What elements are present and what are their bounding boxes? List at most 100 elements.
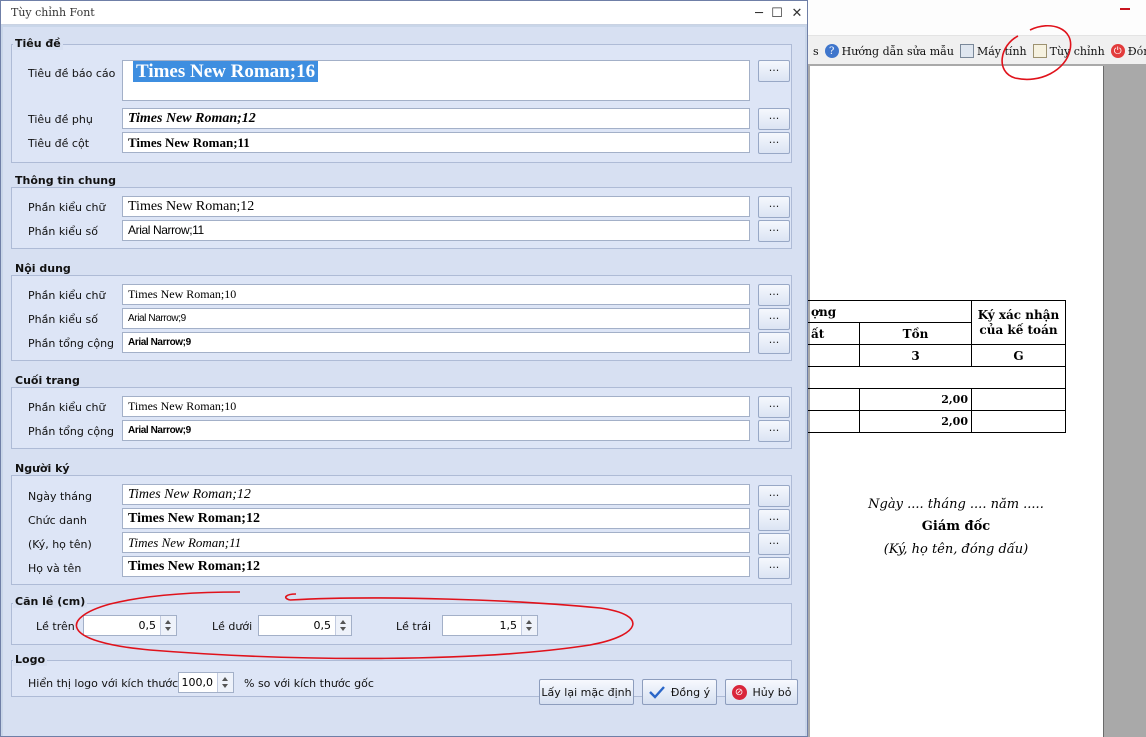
margin-left-input[interactable]: 1,5 (442, 615, 538, 636)
label-margin-top: Lề trên (36, 620, 75, 633)
content-total-font-field[interactable]: Arial Narrow;9 (122, 332, 750, 353)
label-margin-bottom: Lề dưới (212, 620, 253, 633)
report-code-3: 3 (859, 344, 972, 367)
footer-text-font-field[interactable]: Times New Roman;10 (122, 396, 750, 417)
report-toolbar: s ? Hướng dẫn sửa mẫu Máy tính Tùy chỉnh… (805, 38, 1146, 64)
toolbar-item-truncated[interactable]: s (813, 45, 819, 58)
browse-footer-total-button[interactable]: ... (758, 420, 790, 442)
label-signer-name: Họ và tên (28, 562, 82, 575)
group-margin-label: Căn lề (cm) (13, 595, 88, 608)
margin-bottom-input[interactable]: 0,5 (258, 615, 352, 636)
report-value-row2: 2,00 (859, 410, 972, 433)
group-general-label: Thông tin chung (13, 174, 119, 187)
label-content-text: Phần kiểu chữ (28, 289, 106, 302)
spin-up-icon (165, 620, 171, 624)
margin-top-input[interactable]: 0,5 (83, 615, 177, 636)
label-margin-left: Lề trái (396, 620, 432, 633)
margin-top-spinner[interactable] (160, 616, 176, 635)
signer-sign-font-field[interactable]: Times New Roman;11 (122, 532, 750, 553)
spin-up-icon (222, 677, 228, 681)
browse-report-title-button[interactable]: ... (758, 60, 790, 82)
close-icon: ✕ (791, 5, 803, 21)
signer-date-font-field[interactable]: Times New Roman;12 (122, 484, 750, 505)
cancel-button[interactable]: ⊘ Hủy bỏ (725, 679, 798, 705)
browse-signer-name-button[interactable]: ... (758, 557, 790, 579)
browse-signer-position-button[interactable]: ... (758, 509, 790, 531)
content-number-font-field[interactable]: Arial Narrow;9 (122, 308, 750, 329)
dialog-titlebar[interactable]: Tùy chỉnh Font ─ ☐ ✕ (1, 1, 807, 25)
minimize-icon: ─ (755, 5, 763, 21)
margin-bottom-spinner[interactable] (335, 616, 351, 635)
spin-down-icon (526, 627, 532, 631)
reset-default-button[interactable]: Lấy lại mặc định (539, 679, 634, 705)
report-header-stock: Tồn (859, 322, 972, 345)
toolbar-item-help[interactable]: ? Hướng dẫn sửa mẫu (824, 44, 954, 58)
browse-general-number-button[interactable]: ... (758, 220, 790, 242)
group-footer-label: Cuối trang (13, 374, 82, 387)
report-header-cell: ợng (780, 300, 972, 323)
dialog-title: Tùy chỉnh Font (11, 6, 95, 19)
group-logo-label: Logo (13, 653, 47, 666)
label-subtitle: Tiêu đề phụ (28, 113, 93, 126)
group-content-label: Nội dung (13, 262, 73, 275)
logo-size-input[interactable]: 100,0 (178, 672, 234, 693)
group-title-label: Tiêu đề (13, 37, 63, 50)
toolbar-item-calculator[interactable]: Máy tính (959, 44, 1027, 58)
browse-footer-text-button[interactable]: ... (758, 396, 790, 418)
browse-general-text-button[interactable]: ... (758, 196, 790, 218)
label-general-number: Phần kiểu số (28, 225, 98, 238)
browse-content-number-button[interactable]: ... (758, 308, 790, 330)
label-footer-total: Phần tổng cộng (28, 425, 115, 438)
signature-note: (Ký, họ tên, đóng dấu) (883, 542, 1029, 557)
power-icon: ⏻ (1110, 44, 1125, 58)
maximize-button[interactable]: ☐ (767, 3, 787, 23)
label-signer-position: Chức danh (28, 514, 87, 527)
checkmark-icon (649, 686, 665, 699)
label-general-text: Phần kiểu chữ (28, 201, 106, 214)
general-number-font-field[interactable]: Arial Narrow;11 (122, 220, 750, 241)
browse-content-text-button[interactable]: ... (758, 284, 790, 306)
help-icon: ? (824, 44, 839, 58)
maximize-icon: ☐ (771, 5, 783, 21)
font-settings-dialog: Tùy chỉnh Font ─ ☐ ✕ Tiêu đề Tiêu đề báo… (0, 0, 808, 737)
label-content-number: Phần kiểu số (28, 313, 98, 326)
browse-subtitle-button[interactable]: ... (758, 108, 790, 130)
cancel-icon: ⊘ (731, 684, 747, 700)
browse-signer-date-button[interactable]: ... (758, 485, 790, 507)
browse-content-total-button[interactable]: ... (758, 332, 790, 354)
spin-up-icon (526, 620, 532, 624)
customize-icon (1032, 44, 1047, 58)
signature-title: Giám đốc (921, 519, 991, 534)
general-text-font-field[interactable]: Times New Roman;12 (122, 196, 750, 217)
report-value-row1: 2,00 (859, 388, 972, 411)
spin-down-icon (165, 627, 171, 631)
logo-size-spinner[interactable] (217, 673, 233, 692)
content-text-font-field[interactable]: Times New Roman;10 (122, 284, 750, 305)
label-signer-sign: (Ký, họ tên) (28, 538, 92, 551)
signer-position-font-field[interactable]: Times New Roman;12 (122, 508, 750, 529)
browse-column-title-button[interactable]: ... (758, 132, 790, 154)
report-header-sign: Ký xác nhận của kế toán (971, 300, 1066, 345)
label-footer-text: Phần kiểu chữ (28, 401, 106, 414)
report-title-font-field[interactable]: Times New Roman;16 (122, 60, 750, 101)
column-title-font-field[interactable]: Times New Roman;11 (122, 132, 750, 153)
spin-down-icon (222, 684, 228, 688)
browse-signer-sign-button[interactable]: ... (758, 533, 790, 555)
label-logo-suffix: % so với kích thước gốc (244, 677, 374, 690)
toolbar-item-close[interactable]: ⏻ Đóng (1110, 44, 1146, 58)
spin-down-icon (340, 627, 346, 631)
signer-name-font-field[interactable]: Times New Roman;12 (122, 556, 750, 577)
ok-button[interactable]: Đồng ý (642, 679, 717, 705)
signature-date: Ngày .... tháng .... năm ..... (868, 497, 1044, 512)
spin-up-icon (340, 620, 346, 624)
margin-left-spinner[interactable] (521, 616, 537, 635)
subtitle-font-field[interactable]: Times New Roman;12 (122, 108, 750, 129)
footer-total-font-field[interactable]: Arial Narrow;9 (122, 420, 750, 441)
minimize-button[interactable]: ─ (749, 3, 769, 23)
close-button[interactable]: ✕ (787, 3, 807, 23)
calculator-icon (959, 44, 974, 58)
report-code-g: G (971, 344, 1066, 367)
toolbar-item-customize[interactable]: Tùy chỉnh (1032, 44, 1105, 58)
label-report-title: Tiêu đề báo cáo (28, 67, 116, 80)
group-signer-label: Người ký (13, 462, 72, 475)
